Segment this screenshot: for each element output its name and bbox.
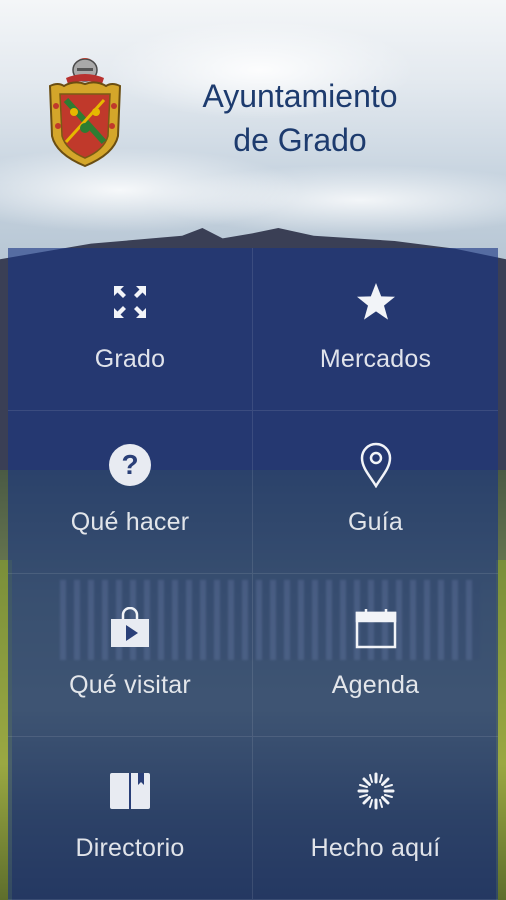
spinner-icon	[354, 769, 398, 813]
menu-label: Grado	[94, 345, 166, 373]
question-circle-icon: ?	[108, 443, 152, 487]
star-icon	[354, 280, 398, 324]
menu-label: Hecho aquí	[310, 834, 441, 862]
menu-item-que-hacer[interactable]: ? Qué hacer	[8, 411, 253, 574]
menu-label: Mercados	[319, 345, 432, 373]
book-icon	[108, 769, 152, 813]
menu-label: Qué visitar	[69, 671, 191, 699]
menu-label: Agenda	[331, 671, 420, 699]
app-header: Ayuntamiento de Grado	[0, 0, 506, 240]
map-pin-icon	[354, 442, 398, 488]
menu-label: Qué hacer	[70, 508, 190, 536]
shopping-bag-play-icon	[108, 606, 152, 650]
coat-of-arms-logo	[48, 58, 122, 168]
menu-item-grado[interactable]: Grado	[8, 248, 253, 411]
calendar-icon	[354, 606, 398, 650]
menu-item-guia[interactable]: Guía	[253, 411, 498, 574]
expand-arrows-icon	[108, 280, 152, 324]
menu-item-agenda[interactable]: Agenda	[253, 574, 498, 737]
app-title: Ayuntamiento de Grado	[150, 74, 450, 162]
title-line-1: Ayuntamiento	[202, 78, 398, 114]
menu-item-hecho-aqui[interactable]: Hecho aquí	[253, 737, 498, 900]
svg-text:?: ?	[121, 449, 138, 480]
menu-item-directorio[interactable]: Directorio	[8, 737, 253, 900]
title-line-2: de Grado	[233, 122, 367, 158]
menu-item-que-visitar[interactable]: Qué visitar	[8, 574, 253, 737]
menu-label: Guía	[348, 508, 403, 536]
main-menu-grid: Grado Mercados ? Qué hacer Guía Qué visi…	[8, 248, 498, 900]
menu-label: Directorio	[75, 834, 185, 862]
menu-item-mercados[interactable]: Mercados	[253, 248, 498, 411]
